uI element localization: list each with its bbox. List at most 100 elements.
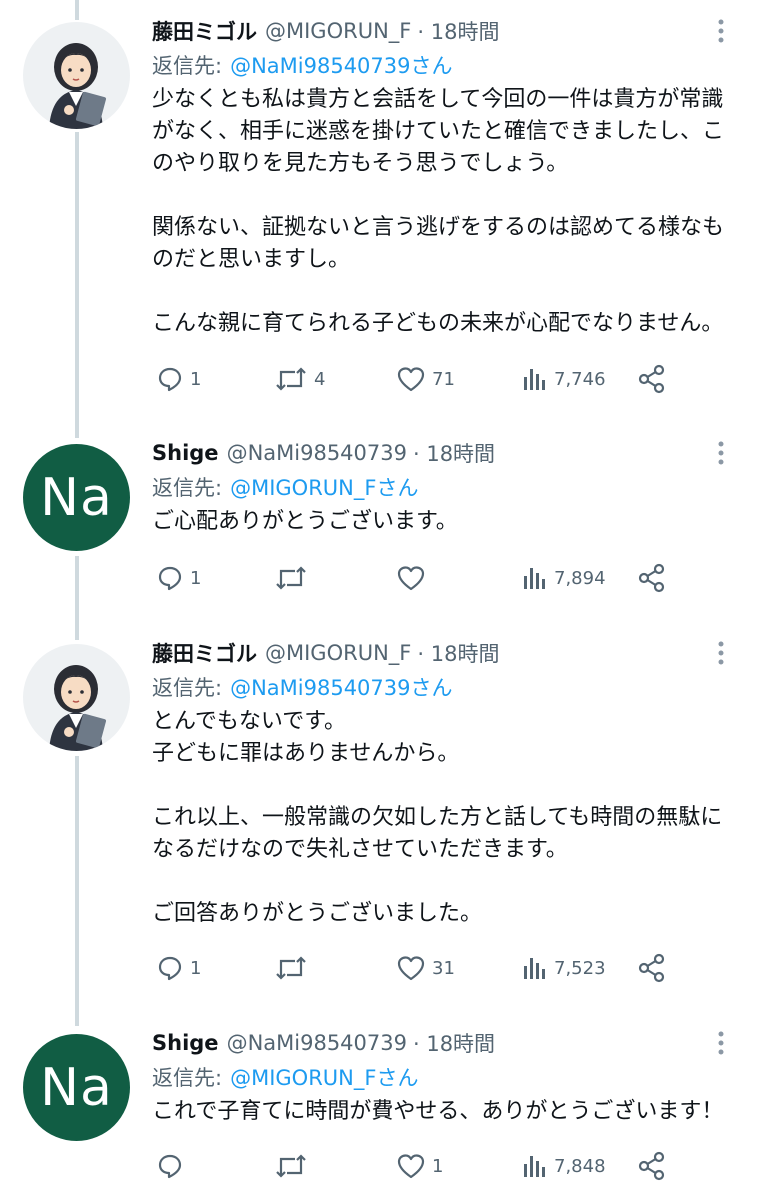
avatar[interactable] [23, 644, 130, 751]
display-name[interactable]: Shige [152, 1031, 219, 1055]
avatar[interactable] [23, 22, 130, 129]
views-button[interactable]: 7,523 [520, 948, 606, 988]
share-button[interactable] [637, 558, 667, 598]
like-count: 31 [432, 957, 455, 979]
timestamp[interactable]: · 18時間 [417, 638, 499, 668]
tweet[interactable]: Na Shige @NaMi98540739 · 18時間 返信先: @MIGO… [0, 436, 761, 608]
views-count: 7,894 [554, 567, 606, 589]
avatar[interactable]: Na [23, 444, 130, 551]
avatar-initials: Na [40, 467, 113, 528]
like-button[interactable]: 1 [396, 1146, 443, 1186]
reply-to-link[interactable]: @MIGORUN_Fさん [230, 1062, 418, 1092]
tweet[interactable]: 藤田ミゴル @MIGORUN_F · 18時間 返信先: @NaMi985407… [0, 636, 761, 1002]
tweet-line: のだと思いますし。 [152, 247, 351, 272]
views-button[interactable]: 7,848 [520, 1146, 606, 1186]
retweet-button[interactable] [274, 1146, 314, 1186]
handle[interactable]: @NaMi98540739 [227, 441, 407, 465]
tweet-line: なるだけなので失礼させていただきます。 [152, 837, 568, 862]
views-icon [524, 369, 545, 390]
share-icon [638, 364, 665, 394]
views-icon [524, 1156, 545, 1177]
handle[interactable]: @NaMi98540739 [227, 1031, 407, 1055]
tweet[interactable]: Na Shige @NaMi98540739 · 18時間 返信先: @MIGO… [0, 1026, 761, 1200]
more-menu-icon[interactable] [710, 638, 732, 668]
tweet-header: Shige @NaMi98540739 · 18時間 [152, 1026, 495, 1060]
more-menu-icon[interactable] [710, 438, 732, 468]
tweet-line: がなく、相手に迷惑を掛けていたと確信できましたし、こ [152, 119, 725, 144]
views-button[interactable]: 7,894 [520, 558, 606, 598]
share-button[interactable] [637, 948, 667, 988]
timestamp[interactable]: · 18時間 [413, 438, 495, 468]
reply-icon [158, 956, 182, 981]
views-button[interactable]: 7,746 [520, 359, 606, 399]
like-button[interactable]: 71 [396, 359, 455, 399]
views-icon [524, 958, 545, 979]
tweet-line: こんな親に育てられる子どもの未来が心配でなりません。 [152, 311, 724, 336]
reply-to-link[interactable]: @NaMi98540739さん [230, 672, 452, 702]
tweet-line: これ以上、一般常識の欠如した方と話しても時間の無駄に [152, 805, 723, 830]
display-name[interactable]: Shige [152, 441, 219, 465]
reply-context: 返信先: @NaMi98540739さん [152, 670, 453, 704]
reply-prefix: 返信先: [152, 54, 223, 78]
action-bar: 1 7,894 [152, 558, 712, 598]
views-count: 7,848 [554, 1155, 606, 1177]
like-icon [397, 367, 425, 392]
reply-context: 返信先: @NaMi98540739さん [152, 48, 453, 82]
retweet-button[interactable]: 4 [274, 359, 325, 399]
action-bar: 1 31 7,523 [152, 948, 712, 988]
display-name[interactable]: 藤田ミゴル [152, 638, 257, 668]
retweet-button[interactable] [274, 558, 314, 598]
views-count: 7,523 [554, 957, 606, 979]
tweet-text: とんでもないです。 子どもに罪はありませんから。 これ以上、一般常識の欠如した方… [152, 706, 732, 930]
reply-icon [158, 367, 182, 392]
reply-button[interactable]: 1 [156, 359, 201, 399]
timestamp[interactable]: · 18時間 [413, 1028, 495, 1058]
reply-count: 1 [190, 567, 202, 589]
retweet-icon [276, 566, 306, 590]
reply-button[interactable] [156, 1146, 190, 1186]
retweet-icon [276, 956, 306, 980]
reply-context: 返信先: @MIGORUN_Fさん [152, 470, 418, 504]
like-button[interactable]: 31 [396, 948, 455, 988]
display-name[interactable]: 藤田ミゴル [152, 16, 257, 46]
tweet-line [152, 276, 732, 308]
like-button[interactable] [396, 558, 432, 598]
retweet-icon [276, 1154, 306, 1178]
share-icon [638, 1151, 665, 1181]
tweet[interactable]: 藤田ミゴル @MIGORUN_F · 18時間 返信先: @NaMi985407… [0, 14, 761, 414]
like-count: 71 [432, 368, 455, 390]
avatar-initials: Na [40, 1057, 113, 1118]
reply-context: 返信先: @MIGORUN_Fさん [152, 1060, 418, 1094]
more-menu-icon[interactable] [710, 16, 732, 46]
share-button[interactable] [637, 359, 667, 399]
tweet-line: とんでもないです。 [152, 709, 347, 734]
reply-to-link[interactable]: @NaMi98540739さん [230, 50, 452, 80]
reply-icon [158, 566, 182, 591]
tweet-line: のやり取りを見た方もそう思うでしょう。 [152, 151, 569, 176]
tweet-line: これで子育てに時間が費やせる、ありがとうございます！ [152, 1099, 724, 1124]
retweet-button[interactable] [274, 948, 314, 988]
tweet-line: 子どもに罪はありませんから。 [152, 741, 460, 766]
share-button[interactable] [637, 1146, 667, 1186]
reply-button[interactable]: 1 [156, 948, 201, 988]
reply-count: 1 [190, 957, 202, 979]
share-icon [638, 563, 665, 593]
more-menu-icon[interactable] [710, 1028, 732, 1058]
reply-prefix: 返信先: [152, 676, 223, 700]
like-count: 1 [432, 1155, 444, 1177]
reply-icon [158, 1154, 182, 1179]
reply-prefix: 返信先: [152, 476, 223, 500]
retweet-icon [276, 367, 306, 391]
reply-to-link[interactable]: @MIGORUN_Fさん [230, 472, 418, 502]
tweet-line: 関係ない、証拠ないと言う逃げをするのは認めてる様なも [152, 215, 725, 240]
tweet-text: 少なくとも私は貴方と会話をして今回の一件は貴方が常識 がなく、相手に迷惑を掛けて… [152, 84, 732, 340]
tweet-line [152, 180, 732, 212]
timestamp[interactable]: · 18時間 [417, 16, 499, 46]
reply-count: 1 [190, 368, 202, 390]
handle[interactable]: @MIGORUN_F [265, 19, 411, 43]
handle[interactable]: @MIGORUN_F [265, 641, 411, 665]
avatar[interactable]: Na [23, 1034, 130, 1141]
tweet-header: 藤田ミゴル @MIGORUN_F · 18時間 [152, 14, 499, 48]
like-icon [397, 1154, 425, 1179]
reply-button[interactable]: 1 [156, 558, 201, 598]
